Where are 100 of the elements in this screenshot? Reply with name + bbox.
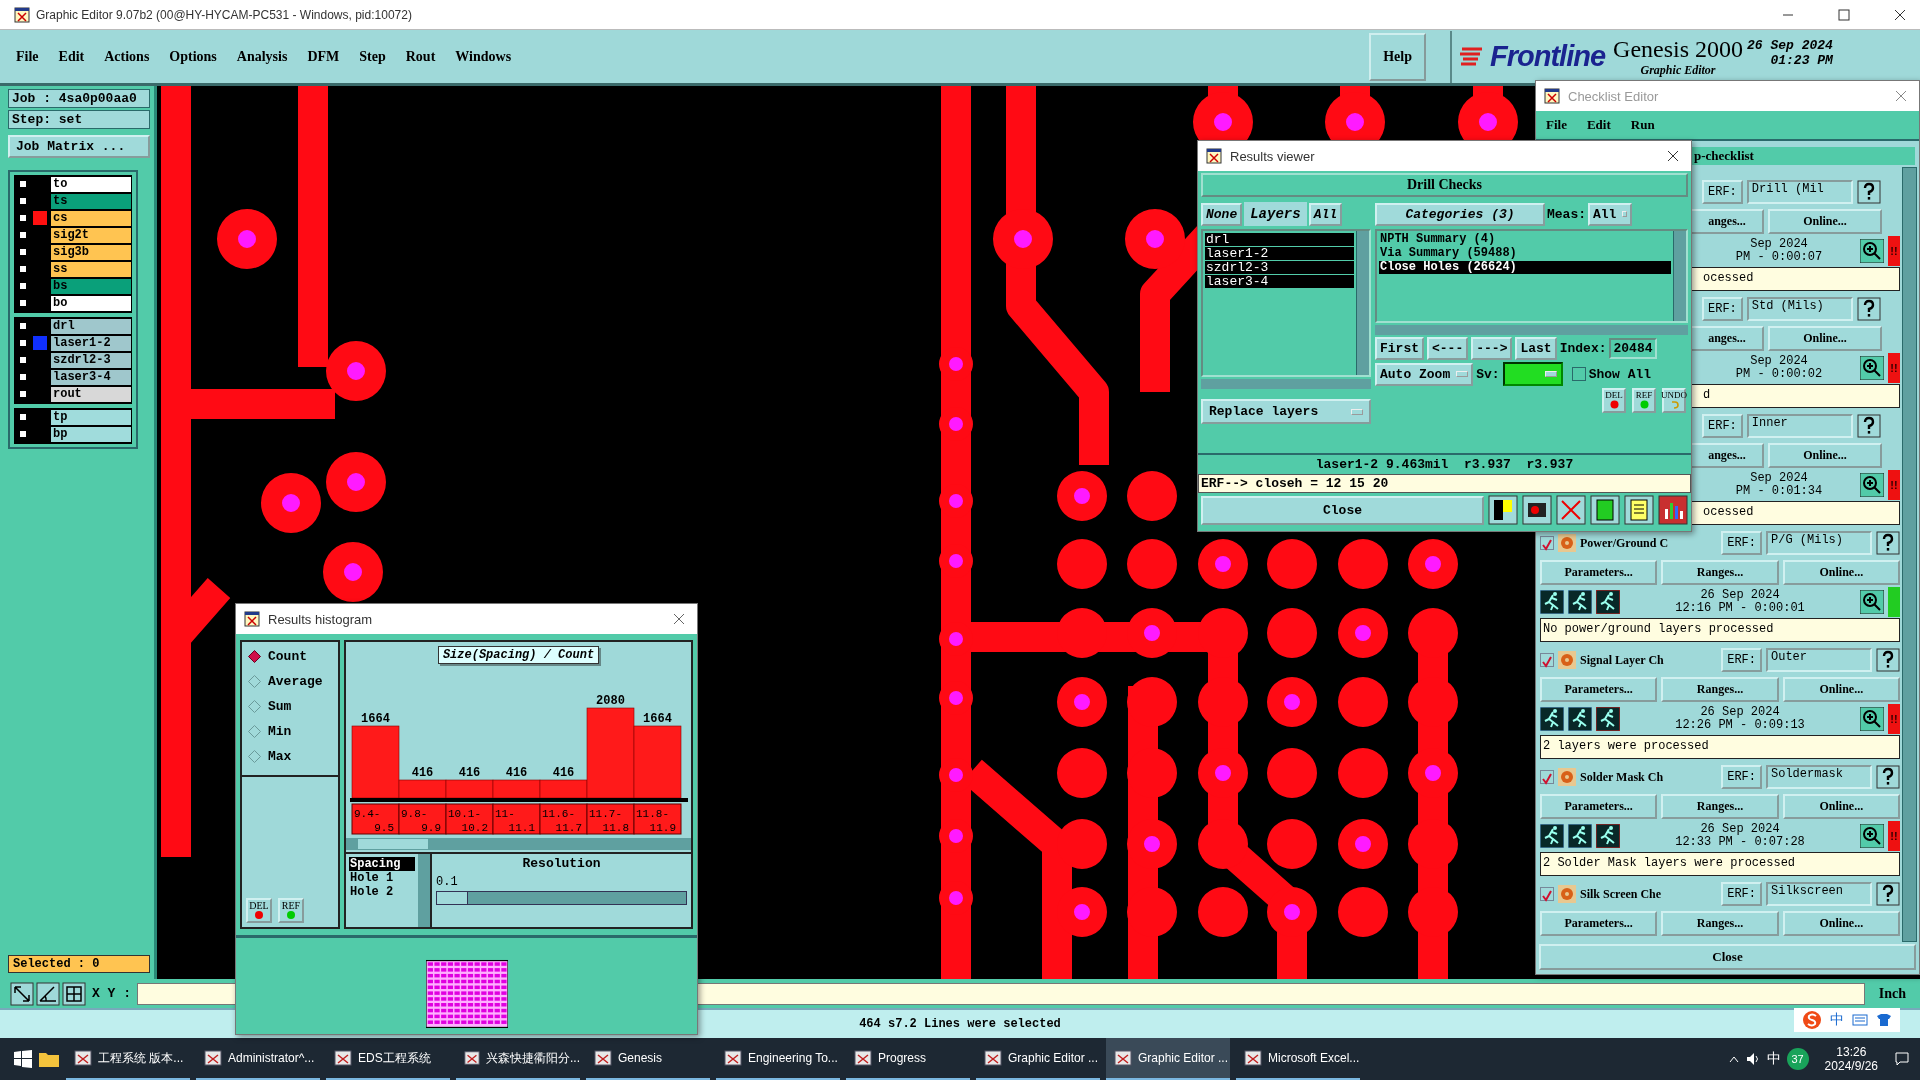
layer-checkbox[interactable] <box>18 247 28 257</box>
close-button[interactable]: Close <box>1201 495 1484 525</box>
histogram-bar[interactable] <box>492 779 540 799</box>
check-checkbox[interactable] <box>1540 653 1554 667</box>
layer-checkbox[interactable] <box>18 355 28 365</box>
layer-name[interactable]: cs <box>51 210 131 226</box>
histogram-bar[interactable] <box>539 779 587 799</box>
layer-name[interactable]: bo <box>51 295 131 311</box>
maximize-icon[interactable] <box>1838 8 1850 21</box>
online-button[interactable]: Online... <box>1782 676 1900 702</box>
check-checkbox[interactable] <box>1540 536 1554 550</box>
vertical-scrollbar[interactable] <box>1673 231 1686 321</box>
erf-button[interactable]: ERF: <box>1702 180 1743 204</box>
record-icon[interactable] <box>1522 495 1552 525</box>
zoom-in-icon[interactable] <box>1860 239 1884 263</box>
running-figure-icon[interactable] <box>1540 590 1564 614</box>
ranges-button[interactable]: anges... <box>1690 325 1764 351</box>
layer-checkbox[interactable] <box>18 389 28 399</box>
categories-button[interactable]: Categories (3) <box>1375 202 1545 226</box>
erf-button[interactable]: ERF: <box>1721 882 1762 906</box>
help-icon[interactable] <box>1876 648 1900 672</box>
running-figure-icon[interactable] <box>1596 590 1620 614</box>
layer-checkbox[interactable] <box>18 338 28 348</box>
show-all-checkbox[interactable] <box>1571 367 1586 381</box>
category-list-item[interactable]: Via Summary (59488) <box>1379 247 1671 260</box>
bar-chart-icon[interactable] <box>1658 495 1688 525</box>
layer-name[interactable]: to <box>51 176 131 192</box>
close-icon[interactable] <box>1667 150 1679 162</box>
layer-name[interactable]: laser1-2 <box>51 335 131 351</box>
layer-name[interactable]: laser3-4 <box>51 369 131 385</box>
zoom-in-icon[interactable] <box>1860 824 1884 848</box>
field-list-item[interactable]: Hole 1 <box>349 871 415 885</box>
menu-item[interactable]: Analysis <box>236 48 288 65</box>
menu-item[interactable]: Step <box>359 48 386 65</box>
parameters-button[interactable]: Parameters... <box>1540 910 1658 936</box>
layer-name[interactable]: bp <box>51 426 131 442</box>
taskbar-button[interactable]: 兴森快捷衢阳分... <box>456 1038 580 1080</box>
taskbar-button[interactable]: EDS工程系统 <box>326 1038 450 1080</box>
mode-radio[interactable]: Average <box>242 669 338 694</box>
help-icon[interactable] <box>1876 531 1900 555</box>
help-icon[interactable] <box>1856 414 1881 438</box>
parameters-button[interactable]: Parameters... <box>1540 793 1658 819</box>
menu-item[interactable]: Edit <box>1586 115 1611 135</box>
layer-list-item[interactable]: laser1-2 <box>1205 247 1354 260</box>
speaker-icon[interactable] <box>1744 1051 1761 1067</box>
layer-checkbox[interactable] <box>18 298 28 308</box>
field-list-item[interactable]: Spacing <box>349 857 415 871</box>
running-figure-icon[interactable] <box>1568 707 1592 731</box>
layer-checkbox[interactable] <box>18 196 28 206</box>
zoom-in-icon[interactable] <box>1860 707 1884 731</box>
erf-field[interactable]: Drill (Mil <box>1746 180 1853 204</box>
running-figure-icon[interactable] <box>1568 590 1592 614</box>
auto-zoom-dropdown[interactable]: Auto Zoom <box>1375 362 1474 386</box>
tool-button[interactable]: DEL <box>1602 388 1626 413</box>
notification-icon[interactable] <box>1894 1051 1910 1067</box>
erf-field[interactable]: Inner <box>1746 414 1853 438</box>
layer-name[interactable]: tp <box>51 409 131 425</box>
layer-name[interactable]: ts <box>51 193 131 209</box>
close-icon[interactable] <box>1894 8 1906 21</box>
help-menu[interactable]: Help <box>1369 32 1426 81</box>
ranges-button[interactable]: Ranges... <box>1661 910 1779 936</box>
none-button[interactable]: None <box>1201 202 1243 226</box>
check-checkbox[interactable] <box>1540 770 1554 784</box>
online-button[interactable]: Online... <box>1768 208 1882 234</box>
s-logo-icon[interactable] <box>1802 1010 1822 1030</box>
taskbar-button[interactable]: Graphic Editor ... <box>976 1038 1100 1080</box>
grid-icon[interactable] <box>62 981 86 1006</box>
mode-radio[interactable]: Min <box>242 719 338 744</box>
layer-name[interactable]: szdrl2-3 <box>51 352 131 368</box>
ranges-button[interactable]: anges... <box>1690 208 1764 234</box>
notes-icon[interactable] <box>1624 495 1654 525</box>
windows-start-icon[interactable] <box>14 1050 32 1068</box>
taskbar-button[interactable]: Progress <box>846 1038 970 1080</box>
close-icon[interactable] <box>673 613 685 625</box>
navigation-button[interactable]: First <box>1375 337 1424 360</box>
layer-checkbox[interactable] <box>18 230 28 240</box>
severity-dropdown[interactable] <box>1502 362 1563 386</box>
running-figure-icon[interactable] <box>1540 824 1564 848</box>
close-button[interactable]: Close <box>1539 944 1916 970</box>
figure-icon[interactable] <box>1488 495 1518 525</box>
layer-name[interactable]: sig2t <box>51 227 131 243</box>
ranges-button[interactable]: Ranges... <box>1661 676 1779 702</box>
menu-item[interactable]: Options <box>169 48 217 65</box>
job-matrix-button[interactable]: Job Matrix ... <box>8 135 150 158</box>
help-icon[interactable] <box>1876 765 1900 789</box>
taskbar-button[interactable]: Engineering To... <box>716 1038 840 1080</box>
layer-checkbox[interactable] <box>18 321 28 331</box>
navigation-button[interactable]: Last <box>1515 337 1557 360</box>
layer-checkbox[interactable] <box>18 372 28 382</box>
angle-icon[interactable] <box>36 981 60 1006</box>
tool-button[interactable]: REF <box>1632 388 1656 413</box>
taskbar-button[interactable]: Administrator^... <box>196 1038 320 1080</box>
layer-name[interactable]: drl <box>51 318 131 334</box>
ranges-button[interactable]: Ranges... <box>1661 559 1779 585</box>
mode-radio[interactable]: Max <box>242 744 338 769</box>
delete-button[interactable]: DEL <box>246 898 272 923</box>
taskbar-button[interactable]: 工程系统 版本... <box>66 1038 190 1080</box>
measure-dropdown[interactable]: All <box>1588 202 1632 226</box>
layer-checkbox[interactable] <box>18 264 28 274</box>
page-icon[interactable] <box>1590 495 1620 525</box>
